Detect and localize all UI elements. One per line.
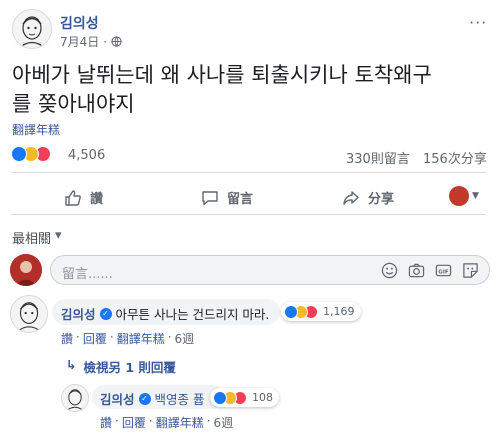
post-options-icon[interactable]: ··· [469,13,487,32]
sep: · [148,414,153,428]
comment-actions: 讚 · 回覆 · 翻譯年糕 · 6週 [61,330,194,347]
reply-content: 김의성 ✓ 백영종 퓹 [100,389,205,408]
share-count[interactable]: 156次分享 [423,148,487,167]
more-replies-label: 檢視另 1 則回覆 [83,360,176,375]
sep: · [76,330,80,344]
reply-reaction-count: 108 [252,391,273,404]
divider-bottom [11,214,486,215]
composer-avatar [10,254,42,286]
sep: · [167,330,172,344]
gif-icon[interactable]: GIF [435,262,452,279]
filter-label: 最相關 [12,232,52,247]
reaction-count[interactable]: 4,506 [68,148,105,163]
post-text-line1: 아베가 날뛰는데 왜 사나를 퇴출시키나 토착왜구 [12,63,432,87]
reply-reply-link[interactable]: 回覆 [122,414,146,431]
comment-bubble-icon [202,190,218,205]
comment-text: 아무튼 사나는 건드리지 마라. [115,307,270,322]
like-reaction-icon [213,390,227,405]
sep: · [206,414,211,428]
comment-input[interactable]: 留言...... GIF [50,255,490,285]
verified-badge-icon: ✓ [99,307,112,320]
comment-label: 留言 [227,192,254,207]
comment-input-placeholder: 留言...... [62,267,113,282]
share-label: 分享 [368,192,395,207]
comment-button[interactable]: 留言 [201,188,253,207]
date-separator: · [103,34,108,49]
camera-icon[interactable] [408,262,425,279]
post-date-row: 7月4日 · [60,33,122,50]
globe-icon[interactable] [111,36,122,47]
comment-reaction-count: 1,169 [323,305,355,318]
like-label: 讚 [90,192,104,207]
reply-time[interactable]: 6週 [214,414,234,431]
sticker-icon[interactable] [462,262,479,279]
translate-link[interactable]: 翻譯年糕 [12,121,60,138]
comment-count[interactable]: 330則留言 [346,148,410,167]
share-button[interactable]: 分享 [342,188,394,207]
like-reaction-icon [284,304,298,319]
comment-time[interactable]: 6週 [175,330,195,347]
svg-text:GIF: GIF [438,269,449,275]
comment-avatar[interactable] [10,295,48,333]
post-author[interactable]: 김의성 [60,13,99,33]
emoji-icon[interactable] [381,262,398,279]
sep: · [115,414,119,428]
post-as-selector[interactable]: ▼ [449,186,479,206]
reaction-icons[interactable] [11,146,51,162]
like-button[interactable]: 讚 [64,188,103,207]
comment-translate-link[interactable]: 翻譯年糕 [117,330,165,347]
filter-chevron-icon: ▾ [55,228,62,243]
reply-like-link[interactable]: 讚 [100,414,112,431]
page-avatar [449,186,469,206]
reply-text: 백영종 퓹 [154,392,205,407]
post-text-line2: 를 쫒아내야지 [12,92,135,116]
reply-author[interactable]: 김의성 [100,389,135,408]
chevron-down-icon: ▼ [472,191,479,201]
reply-reactions[interactable]: 108 [210,388,279,407]
reply-translate-link[interactable]: 翻譯年糕 [156,414,204,431]
portrait-sketch-icon [62,385,88,411]
reply-arrow-icon: ↳ [66,357,77,372]
portrait-sketch-icon [11,296,47,332]
like-reaction-icon [11,146,27,162]
reply-avatar[interactable] [61,384,89,412]
author-avatar[interactable] [12,9,52,49]
comment-reply-link[interactable]: 回覆 [83,330,107,347]
comment-filter[interactable]: 最相關 ▾ [12,228,62,247]
reply-actions: 讚 · 回覆 · 翻譯年糕 · 6週 [100,414,233,431]
comment-author[interactable]: 김의성 [61,304,96,323]
divider-top [11,172,486,173]
verified-badge-icon: ✓ [138,392,151,405]
share-arrow-icon [343,190,359,205]
portrait-sketch-icon [13,10,51,48]
profile-photo-icon [10,254,42,286]
comment-content: 김의성 ✓ 아무튼 사나는 건드리지 마라. [61,304,269,323]
composer-tools: GIF [381,262,479,279]
sep: · [109,330,114,344]
comment-reactions[interactable]: 1,169 [281,302,361,321]
view-more-replies[interactable]: ↳ 檢視另 1 則回覆 [66,357,176,376]
post-date[interactable]: 7月4日 [60,33,99,50]
thumbs-up-icon [65,189,81,206]
comment-like-link[interactable]: 讚 [61,330,73,347]
